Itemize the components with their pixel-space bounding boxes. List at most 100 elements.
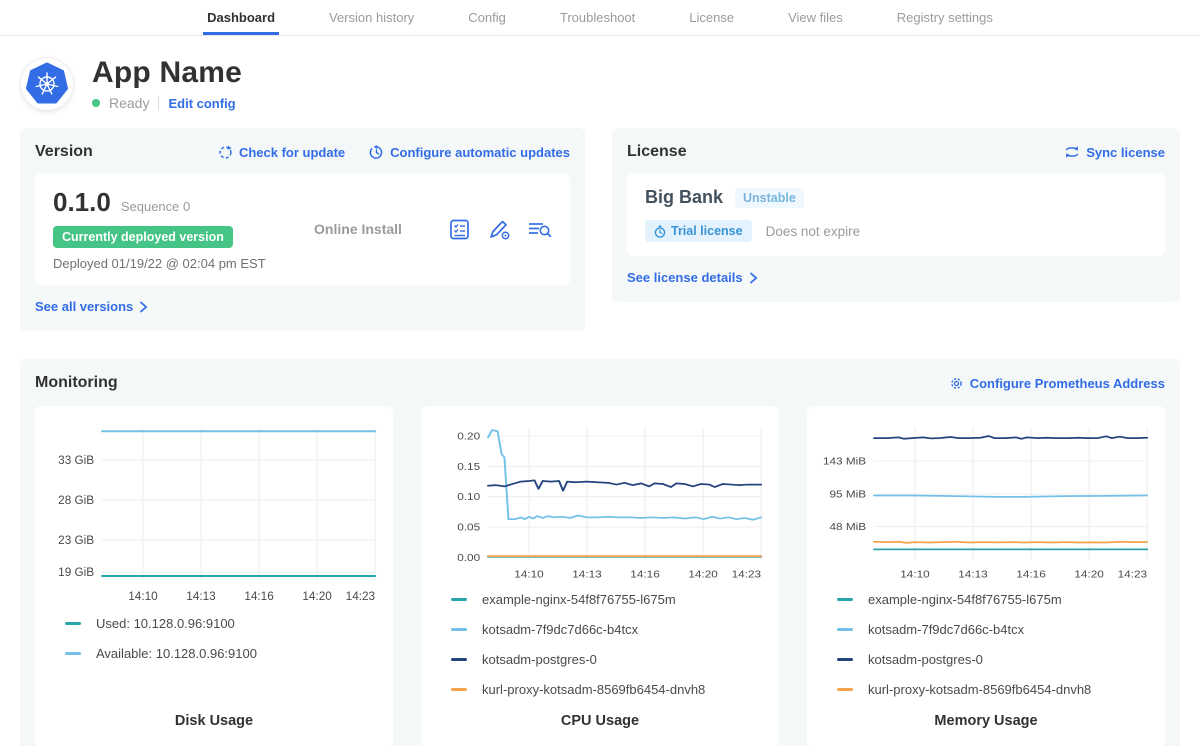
- app-header-text: App Name Ready Edit config: [92, 56, 242, 111]
- chart-title: Memory Usage: [819, 697, 1153, 729]
- svg-text:14:23: 14:23: [732, 569, 761, 580]
- legend-label: Available: 10.128.0.96:9100: [96, 646, 257, 661]
- license-card-title: License: [627, 143, 687, 161]
- version-card-title: Version: [35, 143, 93, 161]
- license-card: License Sync license Big Bank Unstable: [612, 128, 1180, 302]
- app-header: App Name Ready Edit config: [20, 56, 1180, 111]
- channel-badge: Unstable: [735, 188, 804, 208]
- legend-label: kurl-proxy-kotsadm-8569fb6454-dnvh8: [868, 682, 1091, 697]
- tab-version-history[interactable]: Version history: [325, 0, 418, 35]
- legend-swatch-icon: [837, 598, 853, 601]
- svg-text:14:20: 14:20: [688, 569, 717, 580]
- disk-usage-legend: Used: 10.128.0.96:9100 Available: 10.128.…: [47, 616, 381, 661]
- see-license-details-link[interactable]: See license details: [627, 270, 758, 285]
- legend-item: kotsadm-7f9dc7d66c-b4tcx: [837, 622, 1153, 637]
- svg-text:28 GiB: 28 GiB: [58, 493, 94, 507]
- app-status-row: Ready Edit config: [92, 95, 242, 111]
- svg-text:14:23: 14:23: [346, 589, 376, 603]
- legend-label: kotsadm-7f9dc7d66c-b4tcx: [482, 622, 638, 637]
- legend-item: example-nginx-54f8f76755-l675m: [837, 592, 1153, 607]
- disk-usage-chart: 14:1014:1314:1614:2014:2319 GiB23 GiB28 …: [47, 420, 381, 610]
- app-avatar: [20, 57, 74, 111]
- memory-usage-legend: example-nginx-54f8f76755-l675m kotsadm-7f…: [819, 592, 1153, 697]
- see-all-versions-link[interactable]: See all versions: [35, 299, 148, 314]
- legend-swatch-icon: [451, 688, 467, 691]
- refresh-icon: [218, 145, 233, 160]
- install-type-label: Online Install: [268, 221, 448, 237]
- legend-item: kotsadm-7f9dc7d66c-b4tcx: [451, 622, 767, 637]
- deploy-logs-button[interactable]: [527, 218, 552, 241]
- chart-title: CPU Usage: [433, 697, 767, 729]
- tab-troubleshoot[interactable]: Troubleshoot: [556, 0, 639, 35]
- trial-license-badge: Trial license: [645, 220, 752, 242]
- monitoring-section: Monitoring Configure Prometheus Address …: [20, 359, 1180, 746]
- sync-license-link[interactable]: Sync license: [1064, 145, 1165, 160]
- legend-swatch-icon: [451, 658, 467, 661]
- legend-swatch-icon: [451, 628, 467, 631]
- version-actions: [448, 218, 552, 241]
- legend-item: kotsadm-postgres-0: [837, 652, 1153, 667]
- preflight-checks-button[interactable]: [448, 218, 471, 241]
- cpu-usage-legend: example-nginx-54f8f76755-l675mkotsadm-7f…: [433, 592, 767, 697]
- svg-text:48 MiB: 48 MiB: [829, 522, 866, 533]
- edit-config-version-button[interactable]: [487, 218, 511, 241]
- svg-text:0.15: 0.15: [457, 461, 480, 472]
- svg-text:14:13: 14:13: [186, 589, 216, 603]
- svg-text:0.20: 0.20: [457, 431, 480, 442]
- svg-text:14:13: 14:13: [958, 569, 987, 580]
- legend-swatch-icon: [65, 622, 81, 625]
- legend-swatch-icon: [451, 598, 467, 601]
- edit-config-link[interactable]: Edit config: [168, 96, 235, 111]
- chevron-right-icon: [749, 272, 758, 284]
- legend-label: Used: 10.128.0.96:9100: [96, 616, 235, 631]
- auto-update-clock-icon: [369, 145, 384, 160]
- memory-usage-chart-card: 14:1014:1314:1614:2014:2348 MiB95 MiB143…: [807, 406, 1165, 746]
- legend-item: Available: 10.128.0.96:9100: [65, 646, 381, 661]
- sync-arrows-icon: [1064, 145, 1080, 159]
- cpu-usage-chart-card: 14:1014:1314:1614:2014:230.000.050.100.1…: [421, 406, 779, 746]
- legend-swatch-icon: [837, 688, 853, 691]
- check-for-update-link[interactable]: Check for update: [218, 145, 345, 160]
- status-text: Ready: [109, 95, 149, 111]
- version-number: 0.1.0: [53, 187, 111, 218]
- chart-title: Disk Usage: [47, 697, 381, 729]
- tab-dashboard[interactable]: Dashboard: [203, 0, 279, 35]
- configure-prometheus-link[interactable]: Configure Prometheus Address: [949, 376, 1165, 391]
- deployed-badge: Currently deployed version: [53, 226, 233, 248]
- svg-text:14:20: 14:20: [1074, 569, 1103, 580]
- svg-text:14:10: 14:10: [900, 569, 929, 580]
- deployed-timestamp: Deployed 01/19/22 @ 02:04 pm EST: [53, 256, 268, 271]
- svg-text:14:23: 14:23: [1118, 569, 1147, 580]
- monitoring-title: Monitoring: [35, 374, 118, 392]
- sync-license-label: Sync license: [1086, 145, 1165, 160]
- current-version-panel: 0.1.0 Sequence 0 Currently deployed vers…: [35, 173, 570, 285]
- configure-prometheus-label: Configure Prometheus Address: [970, 376, 1165, 391]
- see-all-versions-label: See all versions: [35, 299, 133, 314]
- memory-usage-chart: 14:1014:1314:1614:2014:2348 MiB95 MiB143…: [819, 420, 1153, 586]
- configure-auto-updates-link[interactable]: Configure automatic updates: [369, 145, 570, 160]
- cpu-usage-chart: 14:1014:1314:1614:2014:230.000.050.100.1…: [433, 420, 767, 586]
- main-content: App Name Ready Edit config Version: [0, 56, 1200, 746]
- configure-auto-updates-label: Configure automatic updates: [390, 145, 570, 160]
- svg-text:14:16: 14:16: [244, 589, 274, 603]
- tab-view-files[interactable]: View files: [784, 0, 847, 35]
- license-details-panel: Big Bank Unstable Trial license Does not…: [627, 173, 1165, 256]
- svg-text:33 GiB: 33 GiB: [58, 453, 94, 467]
- license-expiry-text: Does not expire: [766, 224, 861, 239]
- svg-text:23 GiB: 23 GiB: [58, 533, 94, 547]
- status-dot-icon: [92, 99, 100, 107]
- legend-label: kotsadm-postgres-0: [482, 652, 597, 667]
- disk-usage-chart-card: 14:1014:1314:1614:2014:2319 GiB23 GiB28 …: [35, 406, 393, 746]
- tab-registry-settings[interactable]: Registry settings: [893, 0, 997, 35]
- page-title: App Name: [92, 56, 242, 90]
- tab-config[interactable]: Config: [464, 0, 510, 35]
- divider: [158, 96, 159, 111]
- tab-license[interactable]: License: [685, 0, 738, 35]
- svg-text:95 MiB: 95 MiB: [829, 489, 866, 500]
- summary-cards-row: Version Check for update: [20, 128, 1180, 331]
- svg-text:0.10: 0.10: [457, 492, 480, 503]
- trial-license-label: Trial license: [671, 224, 743, 238]
- see-license-details-label: See license details: [627, 270, 743, 285]
- chevron-right-icon: [139, 301, 148, 313]
- svg-text:14:16: 14:16: [630, 569, 659, 580]
